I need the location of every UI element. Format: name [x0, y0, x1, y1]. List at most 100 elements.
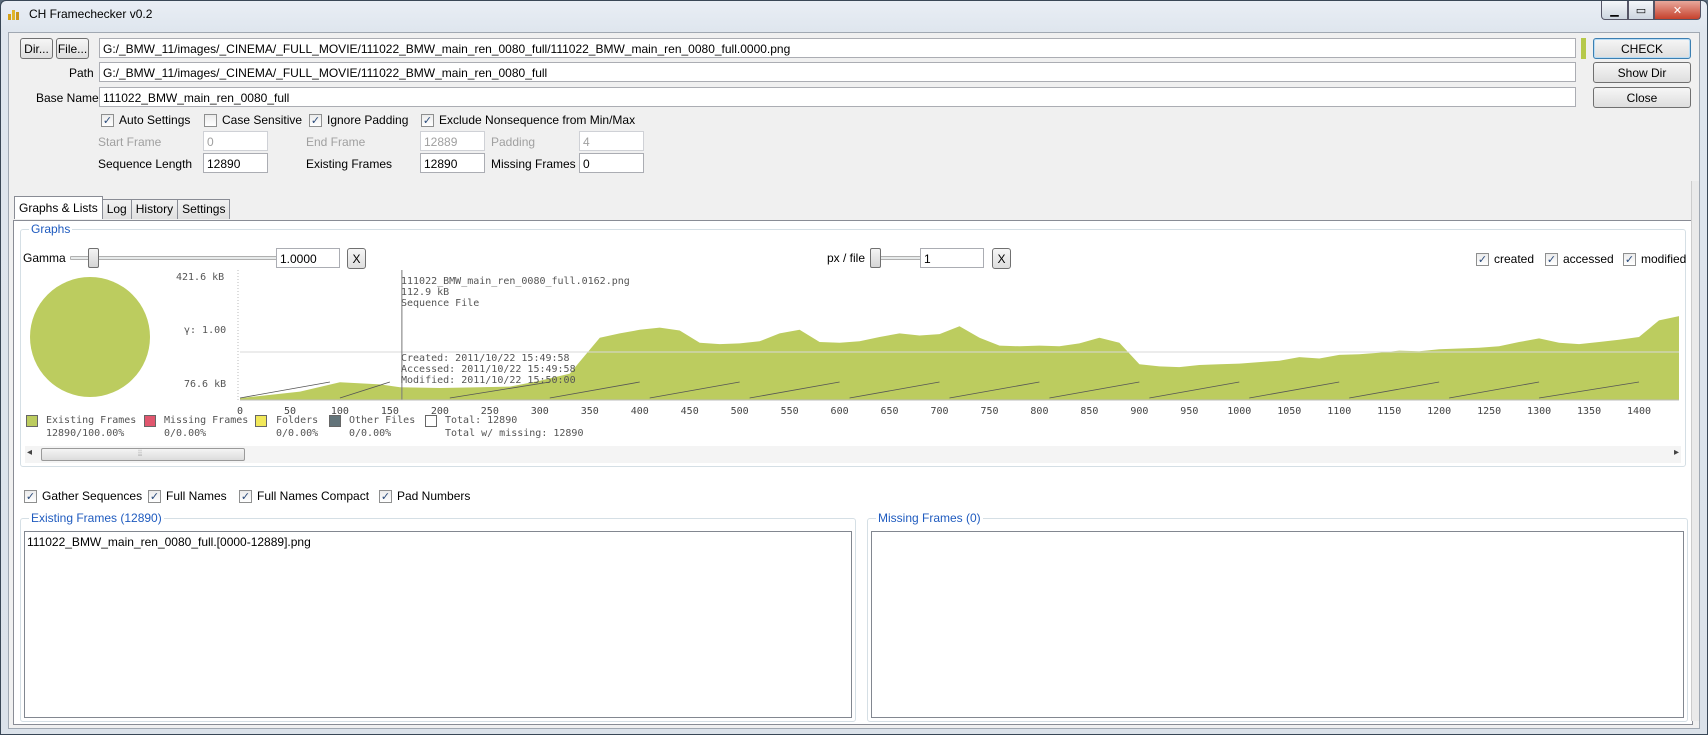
check-button[interactable]: CHECK	[1593, 38, 1691, 59]
x-tick-label: 950	[1180, 406, 1198, 417]
minimize-button[interactable]: ▁	[1601, 1, 1628, 20]
modified-checkbox[interactable]: ✓ modified	[1623, 252, 1686, 266]
gamma-slider-track[interactable]	[70, 256, 280, 260]
pie-chart	[30, 277, 150, 397]
client-area: Dir... File... G:/_BMW_11/images/_CINEMA…	[8, 32, 1700, 729]
x-tick-label: 1100	[1327, 406, 1351, 417]
sequence-length-input[interactable]: 12890	[203, 153, 268, 173]
x-tick-label: 400	[631, 406, 649, 417]
legend-missing-value: 0/0.00%	[164, 428, 207, 439]
tooltip-modified: Modified: 2011/10/22 15:50:00	[401, 375, 576, 386]
start-frame-input[interactable]: 0	[203, 131, 268, 151]
title-bar[interactable]: CH Framechecker v0.2 ▁ ▭ ✕	[1, 1, 1707, 27]
y-axis-bottom-label: 76.6 kB	[184, 379, 227, 390]
dir-button[interactable]: Dir...	[20, 38, 53, 59]
auto-settings-checkbox[interactable]: ✓ Auto Settings	[101, 113, 190, 127]
x-tick-label: 500	[731, 406, 749, 417]
close-window-button[interactable]: ✕	[1654, 1, 1701, 20]
legend-folders-label: Folders	[276, 415, 319, 426]
end-frame-label: End Frame	[306, 135, 366, 149]
missing-frames-group: Missing Frames (0)	[867, 511, 1688, 722]
tab-settings[interactable]: Settings	[177, 199, 231, 219]
maximize-icon: ▭	[1635, 3, 1647, 17]
end-frame-input[interactable]: 12889	[420, 131, 485, 151]
px-file-slider-thumb[interactable]	[870, 248, 881, 268]
tab-log[interactable]: Log	[101, 199, 132, 219]
y-axis-top-label: 421.6 kB	[176, 272, 225, 283]
tooltip-file: 111022_BMW_main_ren_0080_full.0162.png	[401, 276, 630, 287]
graphs-lists-panel: Graphs Gamma 1.0000 X px / file 1 X ✓ cre…	[13, 220, 1693, 725]
graph-scroll-thumb[interactable]: ⦙⦙	[41, 448, 245, 461]
px-file-label: px / file	[827, 251, 866, 265]
case-sensitive-checkbox[interactable]: Case Sensitive	[204, 113, 302, 127]
pad-numbers-checkbox[interactable]: ✓ Pad Numbers	[379, 489, 470, 503]
gather-sequences-checkbox[interactable]: ✓ Gather Sequences	[24, 489, 142, 503]
gamma-slider-thumb[interactable]	[88, 248, 99, 268]
full-names-checkbox[interactable]: ✓ Full Names	[148, 489, 227, 503]
checkbox-box	[204, 113, 217, 127]
list-item[interactable]: 111022_BMW_main_ren_0080_full.[0000-1288…	[27, 535, 849, 549]
path-input[interactable]: G:/_BMW_11/images/_CINEMA/_FULL_MOVIE/11…	[99, 62, 1576, 82]
x-tick-label: 600	[831, 406, 849, 417]
full-names-compact-checkbox[interactable]: ✓ Full Names Compact	[239, 489, 369, 503]
gamma-input[interactable]: 1.0000	[276, 248, 340, 268]
missing-frames-input[interactable]: 0	[579, 153, 644, 173]
x-tick-label: 450	[681, 406, 699, 417]
exclude-nonsequence-checkbox[interactable]: ✓ Exclude Nonsequence from Min/Max	[421, 113, 635, 127]
x-tick-label: 650	[881, 406, 899, 417]
check-icon: ✓	[239, 489, 252, 503]
y-axis-gamma-label: γ: 1.00	[184, 325, 227, 336]
px-file-reset-button[interactable]: X	[992, 248, 1011, 269]
legend-swatch-total	[425, 415, 437, 427]
file-path-input[interactable]: G:/_BMW_11/images/_CINEMA/_FULL_MOVIE/11…	[99, 38, 1576, 58]
show-dir-button[interactable]: Show Dir	[1593, 62, 1691, 83]
check-icon: ✓	[1623, 252, 1636, 266]
check-icon: ✓	[421, 113, 434, 127]
legend-existing-value: 12890/100.00%	[46, 428, 125, 439]
tab-bar: Graphs & Lists Log History Settings	[14, 196, 231, 219]
x-tick-label: 1050	[1277, 406, 1301, 417]
x-tick-label: 1250	[1477, 406, 1501, 417]
tooltip-kind: Sequence File	[401, 298, 480, 309]
missing-frames-title: Missing Frames (0)	[876, 511, 983, 525]
legend-total: Total: 12890 Total w/ missing: 12890	[445, 414, 583, 440]
scroll-right-icon[interactable]: ▸	[1674, 447, 1679, 458]
status-indicator	[1581, 38, 1586, 59]
legend-swatch-other	[329, 415, 341, 427]
legend-existing: Existing Frames 12890/100.00%	[46, 414, 136, 440]
scroll-left-icon[interactable]: ◂	[27, 447, 32, 458]
legend-other-label: Other Files	[349, 415, 416, 426]
gamma-reset-button[interactable]: X	[347, 248, 366, 269]
x-tick-label: 1200	[1427, 406, 1451, 417]
hover-tooltip-dates: Created: 2011/10/22 15:49:58 Accessed: 2…	[401, 353, 576, 386]
accessed-checkbox[interactable]: ✓ accessed	[1545, 252, 1614, 266]
created-checkbox[interactable]: ✓ created	[1476, 252, 1534, 266]
graphs-group: Graphs Gamma 1.0000 X px / file 1 X ✓ cre…	[20, 222, 1686, 467]
tab-graphs-lists[interactable]: Graphs & Lists	[14, 196, 103, 219]
window-title: CH Framechecker v0.2	[29, 7, 153, 21]
x-tick-label: 1350	[1577, 406, 1601, 417]
legend-other: Other Files 0/0.00%	[349, 414, 415, 440]
file-button[interactable]: File...	[56, 38, 89, 59]
path-label: Path	[69, 66, 94, 80]
existing-frames-label: Existing Frames	[306, 157, 393, 171]
base-name-input[interactable]: 111022_BMW_main_ren_0080_full	[99, 87, 1576, 107]
existing-frames-input[interactable]: 12890	[420, 153, 485, 173]
x-tick-label: 700	[930, 406, 948, 417]
maximize-button[interactable]: ▭	[1628, 1, 1654, 20]
legend-swatch-missing	[144, 415, 156, 427]
legend-folders: Folders 0/0.00%	[276, 414, 318, 440]
close-button[interactable]: Close	[1593, 87, 1691, 108]
x-tick-label: 900	[1130, 406, 1148, 417]
tab-history[interactable]: History	[130, 199, 179, 219]
px-file-input[interactable]: 1	[920, 248, 984, 268]
existing-frames-list[interactable]: 111022_BMW_main_ren_0080_full.[0000-1288…	[24, 531, 852, 718]
window-right-scrollbar[interactable]	[1691, 181, 1699, 721]
padding-input[interactable]: 4	[579, 131, 644, 151]
missing-frames-list[interactable]	[871, 531, 1684, 718]
ignore-padding-checkbox[interactable]: ✓ Ignore Padding	[309, 113, 408, 127]
app-window: CH Framechecker v0.2 ▁ ▭ ✕ Dir... File..…	[0, 0, 1708, 735]
x-tick-label: 1400	[1627, 406, 1651, 417]
close-icon: ✕	[1672, 3, 1683, 17]
graph-horizontal-scrollbar[interactable]: ◂ ⦙⦙ ▸	[25, 446, 1681, 463]
